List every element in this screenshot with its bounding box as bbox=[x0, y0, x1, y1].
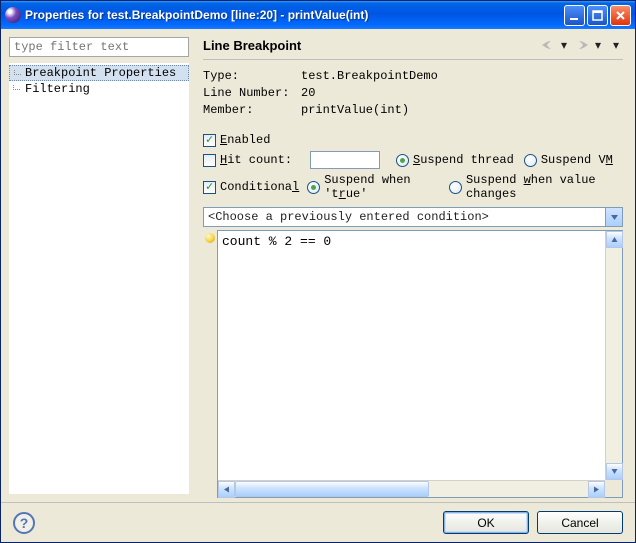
conditional-label: Conditional bbox=[220, 180, 299, 194]
eclipse-icon bbox=[5, 7, 21, 23]
sidebar-item-filtering[interactable]: Filtering bbox=[9, 81, 189, 97]
vertical-scrollbar[interactable] bbox=[605, 231, 622, 480]
enabled-label: Enabled bbox=[220, 133, 270, 147]
hitcount-label: Hit count: bbox=[220, 153, 304, 167]
scroll-left-icon[interactable] bbox=[218, 481, 235, 498]
suspend-thread-label: Suspend thread bbox=[413, 153, 514, 167]
breakpoint-info: Type: test.BreakpointDemo Line Number: 2… bbox=[203, 68, 623, 119]
enabled-checkbox[interactable] bbox=[203, 134, 216, 147]
condition-editor[interactable]: count % 2 == 0 bbox=[217, 230, 623, 498]
suspend-thread-radio[interactable] bbox=[396, 154, 409, 167]
scroll-up-icon[interactable] bbox=[606, 231, 623, 248]
bottom-bar: ? OK Cancel bbox=[1, 502, 635, 542]
info-line-value: 20 bbox=[301, 85, 315, 102]
condition-editor-area: count % 2 == 0 bbox=[203, 230, 623, 498]
info-member-label: Member: bbox=[203, 102, 301, 119]
info-type-value: test.BreakpointDemo bbox=[301, 68, 438, 85]
condition-history-dropdown[interactable]: <Choose a previously entered condition> bbox=[203, 207, 623, 227]
condition-history-value: <Choose a previously entered condition> bbox=[204, 208, 605, 226]
suspend-when-changes-label: Suspend when value changes bbox=[466, 173, 623, 201]
suspend-vm-label: Suspend VM bbox=[541, 153, 613, 167]
main-header: Line Breakpoint ▾ ▾ ▾ bbox=[203, 37, 623, 59]
sidebar: Breakpoint Properties Filtering bbox=[1, 29, 197, 502]
chevron-down-icon[interactable] bbox=[605, 208, 622, 226]
suspend-vm-radio[interactable] bbox=[524, 154, 537, 167]
header-divider bbox=[203, 59, 623, 60]
maximize-button[interactable] bbox=[587, 5, 608, 26]
suspend-when-true-label: Suspend when 'true' bbox=[324, 173, 439, 201]
help-icon[interactable]: ? bbox=[13, 512, 35, 534]
horizontal-scrollbar[interactable] bbox=[218, 480, 605, 497]
conditional-checkbox[interactable] bbox=[203, 181, 216, 194]
sidebar-item-breakpoint-properties[interactable]: Breakpoint Properties bbox=[9, 65, 189, 81]
nav-back-menu-icon[interactable]: ▾ bbox=[561, 38, 571, 52]
scroll-corner bbox=[605, 480, 622, 497]
breakpoint-options: Enabled Hit count: Suspend thread Suspen… bbox=[203, 133, 623, 205]
close-button[interactable] bbox=[610, 5, 631, 26]
suspend-when-true-radio[interactable] bbox=[307, 181, 320, 194]
hitcount-checkbox[interactable] bbox=[203, 154, 216, 167]
ok-button[interactable]: OK bbox=[443, 511, 529, 534]
hitcount-input[interactable] bbox=[310, 151, 380, 169]
scroll-down-icon[interactable] bbox=[606, 463, 623, 480]
sidebar-tree: Breakpoint Properties Filtering bbox=[9, 63, 189, 494]
filter-input[interactable] bbox=[9, 37, 189, 57]
info-line-label: Line Number: bbox=[203, 85, 301, 102]
condition-code-text[interactable]: count % 2 == 0 bbox=[218, 231, 622, 497]
main-panel: Line Breakpoint ▾ ▾ ▾ Type: test.Breakpo… bbox=[197, 29, 635, 502]
scroll-thumb[interactable] bbox=[235, 481, 429, 497]
info-type-label: Type: bbox=[203, 68, 301, 85]
nav-back-icon[interactable] bbox=[539, 37, 557, 53]
page-title: Line Breakpoint bbox=[203, 38, 537, 53]
nav-forward-menu-icon[interactable]: ▾ bbox=[595, 38, 605, 52]
suspend-when-changes-radio[interactable] bbox=[449, 181, 462, 194]
window-title: Properties for test.BreakpointDemo [line… bbox=[25, 8, 562, 22]
nav-forward-icon[interactable] bbox=[573, 37, 591, 53]
editor-gutter bbox=[203, 230, 217, 498]
client-area: Breakpoint Properties Filtering Line Bre… bbox=[1, 29, 635, 502]
minimize-button[interactable] bbox=[564, 5, 585, 26]
lightbulb-icon[interactable] bbox=[205, 233, 215, 243]
titlebar: Properties for test.BreakpointDemo [line… bbox=[1, 1, 635, 29]
scroll-right-icon[interactable] bbox=[588, 481, 605, 498]
view-menu-icon[interactable]: ▾ bbox=[613, 38, 623, 52]
cancel-button[interactable]: Cancel bbox=[537, 511, 623, 534]
info-member-value: printValue(int) bbox=[301, 102, 409, 119]
